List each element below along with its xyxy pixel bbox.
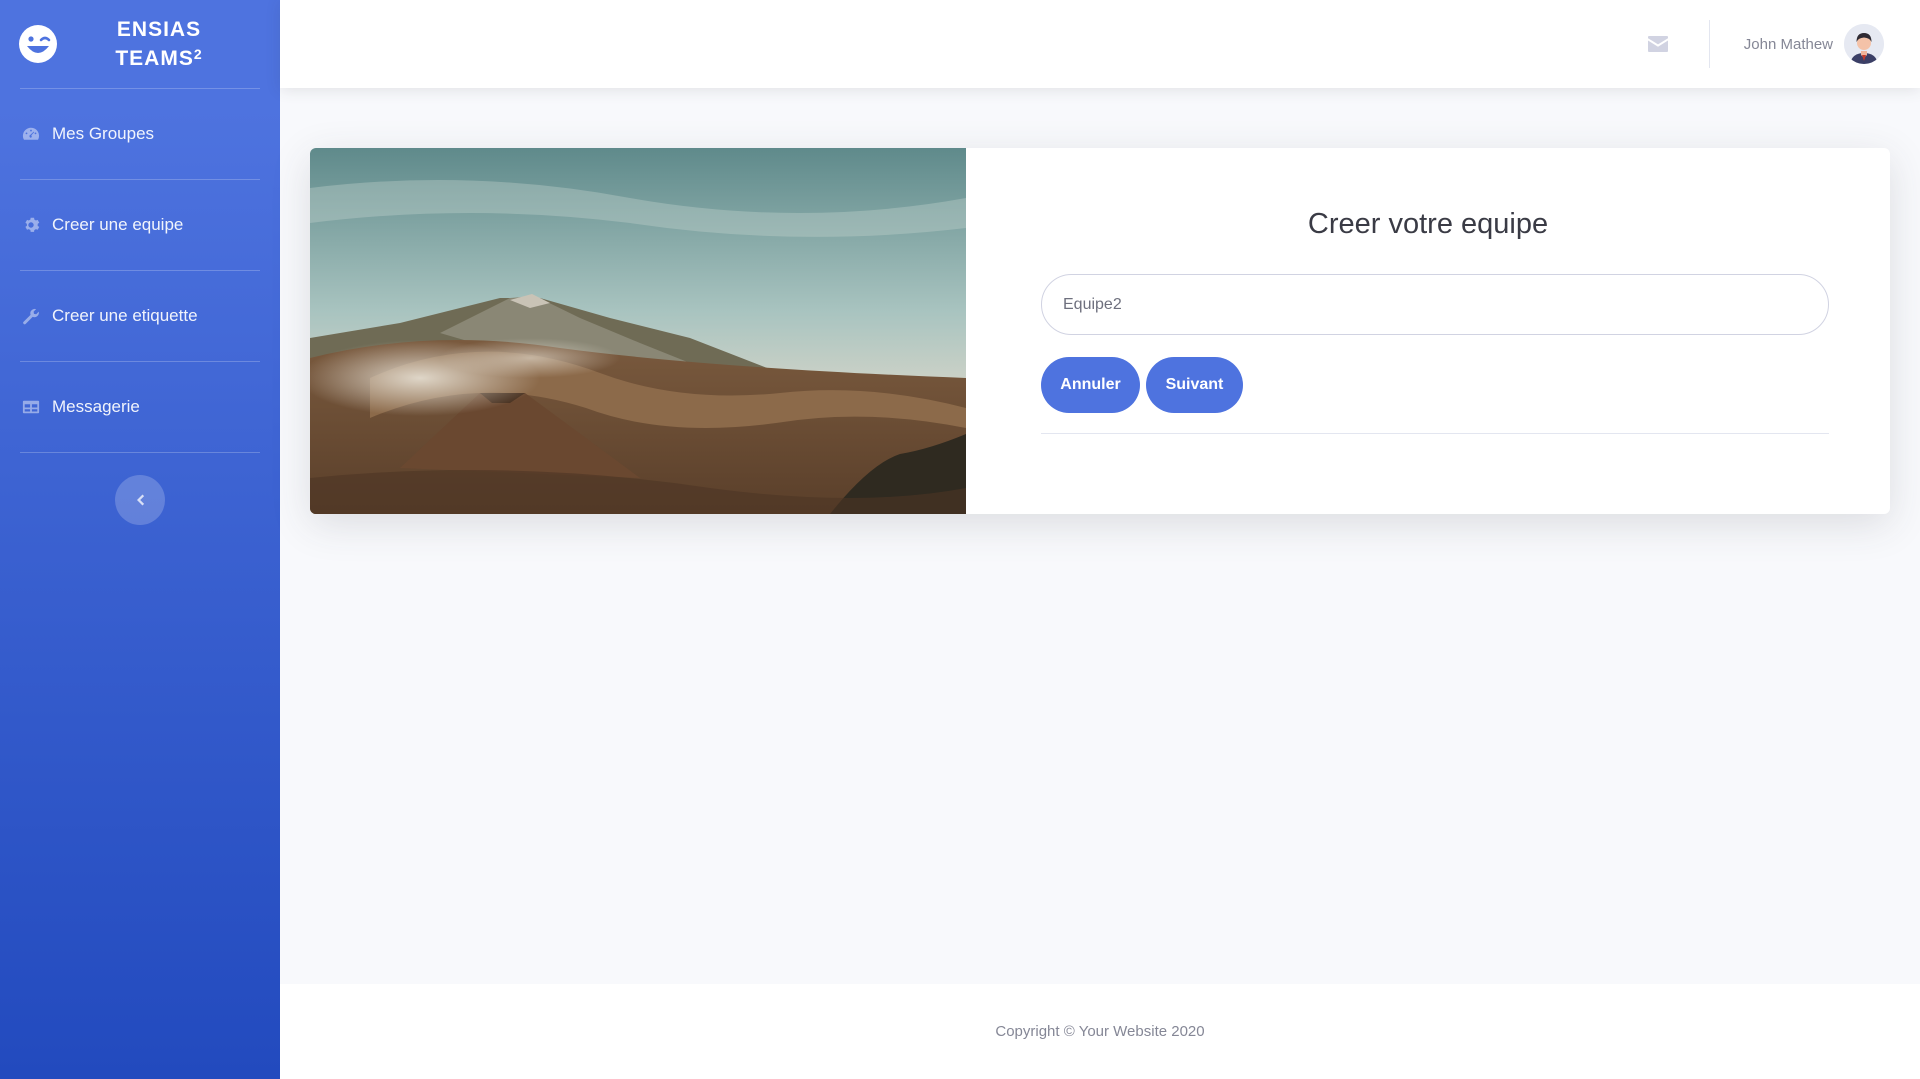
copyright-text: Copyright © Your Website 2020 [995, 1023, 1205, 1040]
sidebar-item-label: Mes Groupes [52, 124, 155, 143]
cog-icon [22, 216, 40, 234]
sidebar-item-creer-etiquette[interactable]: Creer une etiquette [0, 271, 280, 361]
laugh-wink-icon [19, 25, 57, 63]
brand-line1: ENSIAS [116, 18, 202, 41]
brand-name: ENSIAS TEAMS2 [58, 15, 280, 73]
form-title: Creer votre equipe [1307, 208, 1549, 240]
form-divider [1041, 433, 1829, 434]
brand-superscript: 2 [193, 46, 203, 62]
brand-line2-text: TEAMS [115, 47, 194, 70]
brand-line2: TEAMS2 [58, 44, 260, 73]
sidebar: ENSIAS TEAMS2 Mes Groupes Creer une equi… [0, 0, 280, 1079]
create-team-form: Creer votre equipe Annuler Suivant [966, 148, 1890, 514]
topbar: John Mathew [280, 0, 1920, 88]
topbar-divider [1708, 20, 1710, 68]
sidebar-item-mes-groupes[interactable]: Mes Groupes [0, 89, 280, 179]
sidebar-item-label: Messagerie [52, 397, 140, 416]
table-icon [22, 398, 40, 416]
sidebar-item-messagerie[interactable]: Messagerie [0, 362, 280, 452]
team-name-input[interactable] [1041, 274, 1829, 335]
sidebar-item-creer-equipe[interactable]: Creer une equipe [0, 180, 280, 270]
cancel-button[interactable]: Annuler [1041, 357, 1140, 413]
next-button[interactable]: Suivant [1146, 357, 1243, 413]
tachometer-icon [22, 125, 40, 143]
sidebar-toggle-button[interactable] [115, 475, 165, 525]
brand[interactable]: ENSIAS TEAMS2 [0, 0, 280, 88]
footer: Copyright © Your Website 2020 [280, 984, 1920, 1079]
volcano-landscape-image [310, 148, 966, 514]
avatar [1844, 24, 1884, 64]
create-team-card: Creer votre equipe Annuler Suivant [310, 148, 1890, 514]
user-menu[interactable]: John Mathew [1744, 24, 1884, 64]
sidebar-item-label: Creer une etiquette [52, 306, 198, 325]
envelope-icon[interactable] [1647, 33, 1669, 55]
chevron-left-icon [137, 494, 145, 506]
wrench-icon [22, 307, 40, 325]
user-name: John Mathew [1743, 35, 1833, 53]
sidebar-item-label: Creer une equipe [52, 215, 184, 234]
sidebar-toggle-wrap [0, 453, 280, 525]
